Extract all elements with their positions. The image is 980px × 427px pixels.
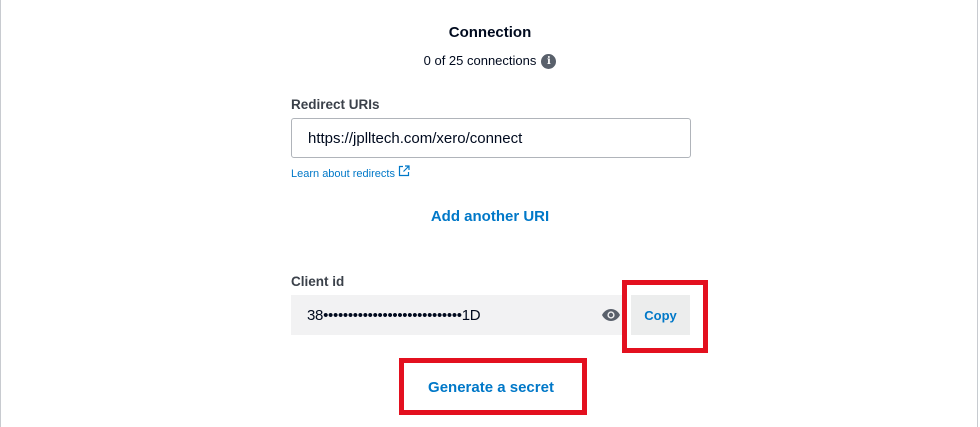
add-another-uri-button[interactable]: Add another URI	[431, 208, 549, 225]
generate-secret-button[interactable]: Generate a secret	[405, 364, 577, 410]
learn-about-redirects-link[interactable]: Learn about redirects	[291, 165, 410, 180]
external-link-icon	[398, 165, 410, 177]
learn-link-label: Learn about redirects	[291, 168, 395, 180]
add-uri-row: Add another URI	[0, 208, 980, 226]
connection-count-row: 0 of 25 connections i	[0, 53, 980, 69]
section-title: Connection	[448, 24, 532, 41]
eye-icon[interactable]	[601, 308, 621, 322]
client-id-value: 38••••••••••••••••••••••••••••1D	[307, 307, 481, 324]
redirect-uris-label: Redirect URIs	[291, 97, 380, 112]
client-id-label: Client id	[291, 274, 345, 289]
client-id-field: 38••••••••••••••••••••••••••••1D	[291, 295, 625, 335]
copy-button[interactable]: Copy	[631, 295, 690, 335]
info-icon[interactable]: i	[541, 54, 557, 69]
connection-count: 0 of 25 connections	[423, 53, 537, 68]
redirect-uri-input[interactable]	[291, 118, 691, 158]
